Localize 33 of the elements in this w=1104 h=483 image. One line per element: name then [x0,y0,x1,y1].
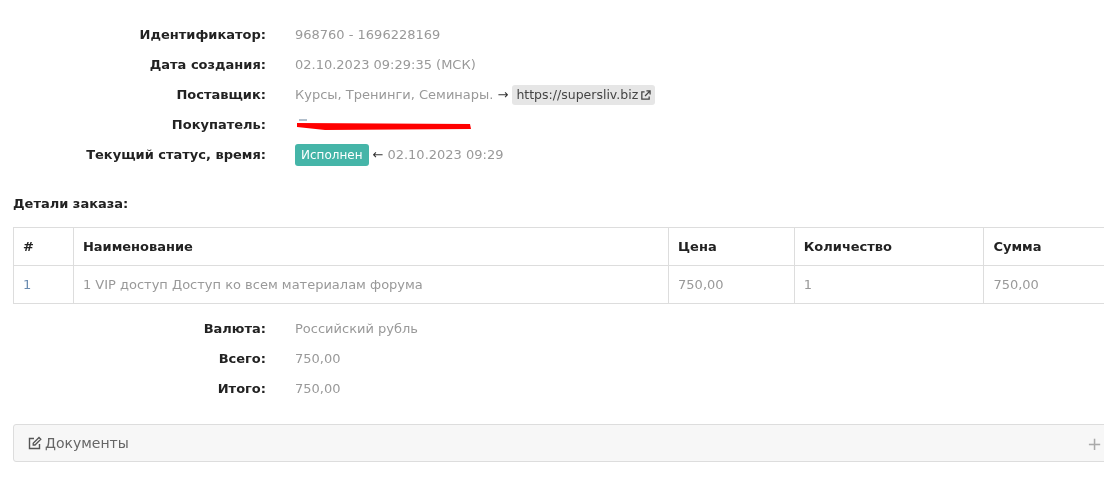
column-header: Сумма [983,227,1104,266]
table-cell: 750,00 [668,265,795,304]
table-cell: 1 [794,265,984,304]
detail-label: Покупатель: [170,116,266,134]
arrow-glyph: → [497,86,509,104]
detail-value: Курсы, Тренинги, Семинары. [295,86,494,104]
panel-title: Документы [45,435,129,451]
summary-value: Российский рубль [295,320,418,338]
detail-label: Поставщик: [175,86,266,104]
summary-label: Итого: [216,380,266,398]
detail-label: Идентификатор: [138,26,266,44]
arrow-glyph: ← [372,146,384,164]
column-header: Наименование [73,227,669,266]
column-header: Цена [668,227,795,266]
summary-label: Всего: [217,350,266,368]
status-time: 02.10.2023 09:29 [387,146,504,164]
detail-value: 968760 - 1696228169 [295,26,441,44]
detail-label: Дата создания: [148,56,266,74]
table-cell: 1 [13,265,74,304]
column-header: Количество [794,227,984,266]
documents-panel[interactable]: Документы + [13,424,1104,462]
table-cell: 1 VIP доступ Доступ ко всем материалам форума [73,265,669,304]
detail-label: Текущий статус, время: [85,146,266,164]
external-link-icon [640,89,652,101]
edit-icon [28,436,42,450]
section-title: Детали заказа: [13,196,130,211]
column-header: # [13,227,74,266]
summary-label: Валюта: [202,320,266,338]
status-badge: Исполнен [295,144,369,166]
summary-value: 750,00 [295,380,341,398]
supplier-link[interactable]: https://supersliv.biz [512,85,656,105]
detail-value: 02.10.2023 09:29:35 (МСК) [295,56,476,74]
summary-value: 750,00 [295,350,341,368]
